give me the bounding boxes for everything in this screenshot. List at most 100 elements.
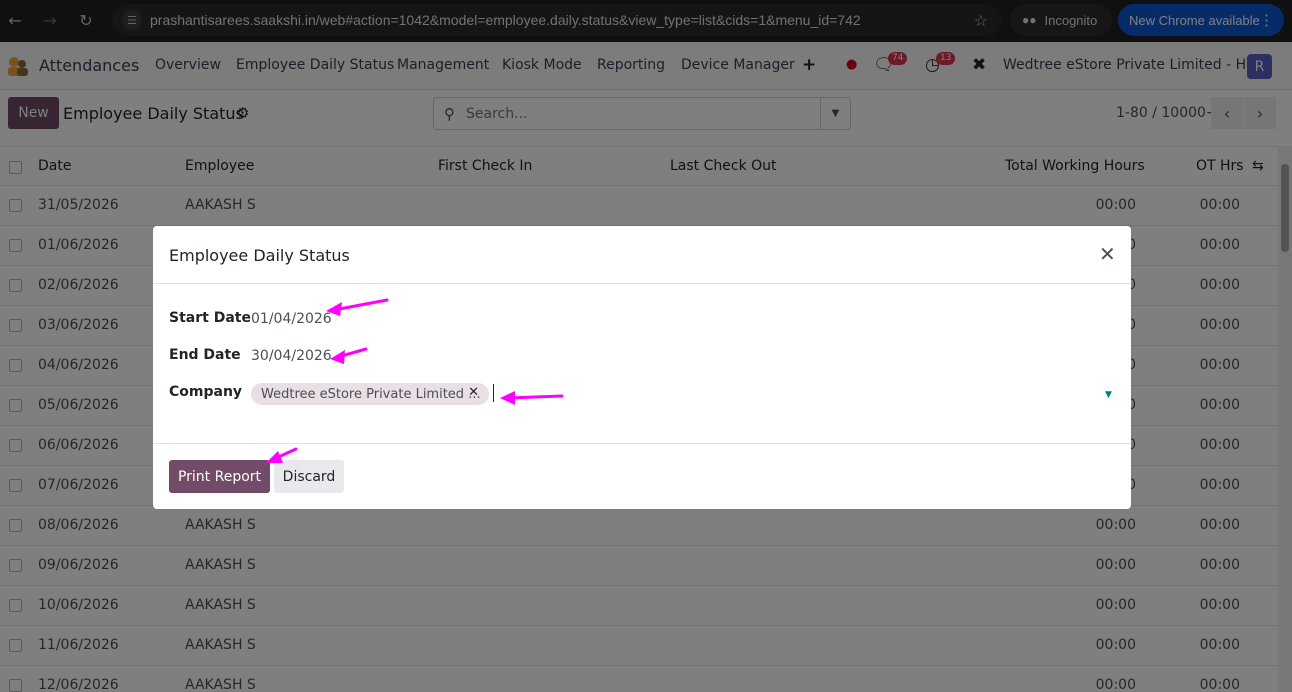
plus-icon[interactable]: + — [802, 55, 816, 75]
row-total-working-hours: 00:00 — [1095, 517, 1136, 533]
row-ot-hrs: 00:00 — [1199, 237, 1240, 253]
search-input[interactable] — [466, 99, 816, 128]
new-button[interactable]: New — [8, 97, 59, 129]
forward-icon[interactable]: → — [35, 5, 65, 35]
browser-menu-icon[interactable]: ⋮ — [1259, 11, 1274, 29]
table-row[interactable]: 31/05/2026 AAKASH S 00:00 00:00 — [0, 186, 1278, 226]
row-checkbox[interactable] — [9, 639, 22, 652]
url-text: prashantisarees.saakshi.in/web#action=10… — [150, 12, 861, 28]
company-switcher[interactable]: Wedtree eStore Private Limited - HO — [1003, 57, 1257, 73]
optional-columns-icon[interactable]: ⇆ — [1252, 158, 1264, 174]
company-tag-label: Wedtree eStore Private Limited ... — [261, 386, 481, 402]
discard-button[interactable]: Discard — [274, 460, 344, 493]
menu-management[interactable]: Management — [397, 57, 489, 73]
menu-employee-daily-status[interactable]: Employee Daily Status — [236, 57, 394, 73]
menu-overview[interactable]: Overview — [155, 57, 221, 73]
menu-reporting[interactable]: Reporting — [597, 57, 665, 73]
bookmark-star-icon[interactable]: ☆ — [974, 11, 988, 30]
table-row[interactable]: 11/06/2026 AAKASH S 00:00 00:00 — [0, 626, 1278, 666]
end-date-label: End Date — [169, 347, 241, 363]
record-icon[interactable]: ● — [846, 57, 857, 72]
app-name[interactable]: Attendances — [39, 56, 139, 75]
messages-badge: 74 — [888, 52, 908, 65]
scrollbar-thumb[interactable] — [1281, 164, 1289, 252]
row-date: 05/06/2026 — [38, 397, 119, 413]
row-ot-hrs: 00:00 — [1199, 397, 1240, 413]
list-scrollbar[interactable] — [1278, 146, 1292, 692]
column-employee[interactable]: Employee — [185, 158, 254, 174]
column-total-working-hours[interactable]: Total Working Hours — [1005, 158, 1145, 174]
row-ot-hrs: 00:00 — [1199, 197, 1240, 213]
company-tag: Wedtree eStore Private Limited ... ✕ — [251, 383, 489, 405]
print-report-button[interactable]: Print Report — [169, 460, 270, 493]
employee-daily-status-dialog: Employee Daily Status ✕ Start Date 01/04… — [153, 226, 1131, 509]
row-checkbox[interactable] — [9, 319, 22, 332]
row-checkbox[interactable] — [9, 399, 22, 412]
list-header: Date Employee First Check In Last Check … — [0, 146, 1278, 186]
end-date-field[interactable]: 30/04/2026 — [251, 348, 332, 364]
pager-next-button[interactable]: › — [1244, 97, 1276, 129]
row-date: 12/06/2026 — [38, 677, 119, 692]
address-bar[interactable]: ☰ prashantisarees.saakshi.in/web#action=… — [112, 4, 1002, 36]
back-icon[interactable]: ← — [0, 5, 30, 35]
table-row[interactable]: 12/06/2026 AAKASH S 00:00 00:00 — [0, 666, 1278, 692]
row-checkbox[interactable] — [9, 279, 22, 292]
remove-tag-icon[interactable]: ✕ — [468, 385, 479, 400]
row-checkbox[interactable] — [9, 679, 22, 692]
row-employee: AAKASH S — [185, 517, 256, 533]
start-date-field[interactable]: 01/04/2026 — [251, 311, 332, 327]
row-date: 02/06/2026 — [38, 277, 119, 293]
row-date: 01/06/2026 — [38, 237, 119, 253]
row-ot-hrs: 00:00 — [1199, 517, 1240, 533]
menu-device-manager[interactable]: Device Manager — [681, 57, 795, 73]
column-ot-hrs[interactable]: OT Hrs — [1196, 158, 1244, 174]
row-checkbox[interactable] — [9, 519, 22, 532]
dialog-header: Employee Daily Status ✕ — [153, 226, 1131, 284]
activities-badge: 13 — [936, 52, 956, 65]
search-options-toggle[interactable]: ▼ — [820, 98, 850, 129]
tools-icon[interactable]: ✖ — [972, 55, 986, 75]
chrome-update-label: New Chrome available — [1129, 12, 1260, 28]
column-date[interactable]: Date — [38, 158, 71, 174]
gear-icon[interactable]: ⚙ — [236, 104, 249, 122]
row-date: 08/06/2026 — [38, 517, 119, 533]
pager-previous-button[interactable]: ‹ — [1211, 97, 1243, 129]
row-checkbox[interactable] — [9, 479, 22, 492]
table-row[interactable]: 10/06/2026 AAKASH S 00:00 00:00 — [0, 586, 1278, 626]
row-checkbox[interactable] — [9, 239, 22, 252]
row-checkbox[interactable] — [9, 559, 22, 572]
row-checkbox[interactable] — [9, 199, 22, 212]
column-last-check-out[interactable]: Last Check Out — [670, 158, 777, 174]
reload-icon[interactable]: ↻ — [71, 5, 101, 35]
row-ot-hrs: 00:00 — [1199, 357, 1240, 373]
select-all-checkbox[interactable] — [9, 161, 22, 174]
dialog-footer: Print Report Discard — [153, 443, 1131, 509]
row-employee: AAKASH S — [185, 197, 256, 213]
page-title[interactable]: Employee Daily Status — [63, 104, 244, 123]
incognito-icon: ●● — [1022, 13, 1037, 27]
incognito-indicator[interactable]: ●● Incognito — [1010, 4, 1112, 36]
row-ot-hrs: 00:00 — [1199, 437, 1240, 453]
table-row[interactable]: 08/06/2026 AAKASH S 00:00 00:00 — [0, 506, 1278, 546]
row-employee: AAKASH S — [185, 557, 256, 573]
user-avatar[interactable]: R — [1247, 54, 1272, 79]
row-checkbox[interactable] — [9, 599, 22, 612]
row-ot-hrs: 00:00 — [1199, 597, 1240, 613]
company-input-cursor[interactable] — [493, 384, 494, 402]
column-first-check-in[interactable]: First Check In — [438, 158, 532, 174]
incognito-label: Incognito — [1044, 12, 1098, 28]
chrome-update-button[interactable]: New Chrome available ⋮ — [1118, 4, 1284, 36]
company-label: Company — [169, 384, 243, 400]
close-icon[interactable]: ✕ — [1099, 244, 1116, 264]
site-info-icon[interactable]: ☰ — [122, 10, 142, 30]
app-navbar: Attendances Overview Employee Daily Stat… — [0, 42, 1292, 90]
attendances-app-icon[interactable] — [6, 54, 30, 78]
row-checkbox[interactable] — [9, 439, 22, 452]
pager-value[interactable]: 1-80 / 10000+ — [1116, 105, 1218, 121]
company-dropdown-icon[interactable]: ▼ — [1105, 390, 1112, 400]
menu-kiosk-mode[interactable]: Kiosk Mode — [502, 57, 582, 73]
row-checkbox[interactable] — [9, 359, 22, 372]
row-ot-hrs: 00:00 — [1199, 637, 1240, 653]
table-row[interactable]: 09/06/2026 AAKASH S 00:00 00:00 — [0, 546, 1278, 586]
row-employee: AAKASH S — [185, 677, 256, 692]
